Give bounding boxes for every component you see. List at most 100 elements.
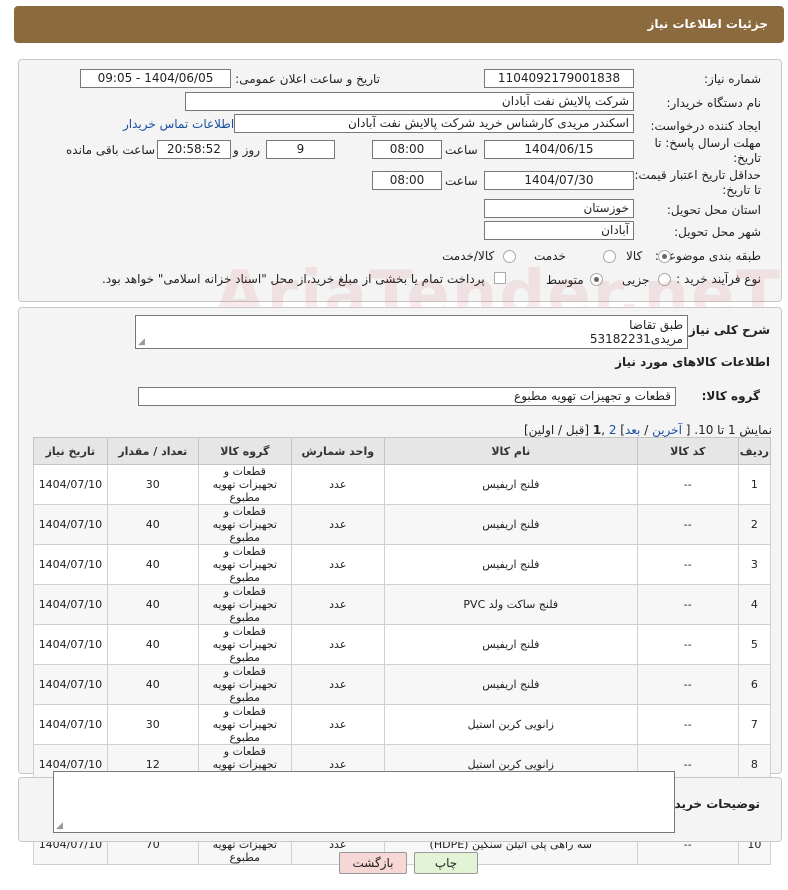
item-group: قطعات و تجهیزات تهویه مطبوع xyxy=(197,504,292,545)
description-label: شرح کلی نیاز: xyxy=(684,323,770,337)
city-field: آبادان xyxy=(484,221,634,240)
item-group: قطعات و تجهیزات تهویه مطبوع xyxy=(197,544,292,585)
table-row: 4 -- فلنج ساکت ولد PVC عدد قطعات و تجهیزات ت… xyxy=(33,584,772,625)
item-date: 1404/07/10 xyxy=(33,704,108,745)
validity-date-field: 1404/07/30 xyxy=(484,171,634,190)
table-row: 2 -- فلنج اریفیس عدد قطعات و تجهیزات تهویه م… xyxy=(33,504,772,545)
item-quantity: 40 xyxy=(106,664,199,705)
item-code: -- xyxy=(636,544,739,585)
goods-group-label: گروه کالا: xyxy=(701,389,760,403)
item-name: فلنج اریفیس xyxy=(383,504,638,545)
pagination-page-1: 1 xyxy=(592,423,602,437)
remaining-time-field: 20:58:52 xyxy=(157,140,231,159)
goods-section-title: اطلاعات کالاهای مورد نیاز xyxy=(615,355,770,369)
row-number: 2 xyxy=(737,504,772,545)
item-date: 1404/07/10 xyxy=(33,504,108,545)
announce-field: 1404/06/05 - 09:05 xyxy=(80,69,231,88)
deadline-time-label: ساعت xyxy=(445,143,478,157)
page-title: جزئیات اطلاعات نیاز xyxy=(647,17,768,31)
item-name: فلنج اریفیس xyxy=(383,544,638,585)
row-number: 6 xyxy=(737,664,772,705)
item-code: -- xyxy=(636,704,739,745)
item-name: فلنج اریفیس xyxy=(383,624,638,665)
item-quantity: 40 xyxy=(106,624,199,665)
row-number: 1 xyxy=(737,464,772,505)
col-row: ردیف xyxy=(737,437,772,465)
item-group: قطعات و تجهیزات تهویه مطبوع xyxy=(197,664,292,705)
item-quantity: 40 xyxy=(106,504,199,545)
item-quantity: 40 xyxy=(106,584,199,625)
col-code: کد کالا xyxy=(636,437,739,465)
buyer-label: نام دستگاه خریدار: xyxy=(666,96,762,110)
item-name: زانویی کربن استیل xyxy=(383,704,638,745)
validity-time-label: ساعت xyxy=(445,174,478,188)
table-row: 1 -- فلنج اریفیس عدد قطعات و تجهیزات تهویه م… xyxy=(33,464,772,505)
item-date: 1404/07/10 xyxy=(33,584,108,625)
item-name: فلنج اریفیس xyxy=(383,464,638,505)
resize-handle-icon[interactable]: ◢ xyxy=(138,337,145,347)
item-unit: عدد xyxy=(290,624,385,665)
validity-label-line1: حداقل تاریخ اعتبار قیمت: xyxy=(634,168,761,182)
days-label: روز و xyxy=(233,143,260,157)
item-code: -- xyxy=(636,624,739,665)
item-group: قطعات و تجهیزات تهویه مطبوع xyxy=(197,584,292,625)
remaining-label: ساعت باقی مانده xyxy=(66,143,156,157)
item-unit: عدد xyxy=(290,464,385,505)
row-number: 4 xyxy=(737,584,772,625)
col-group: گروه کالا xyxy=(197,437,292,465)
col-date: تاریخ نیاز xyxy=(33,437,108,465)
row-number: 5 xyxy=(737,624,772,665)
item-date: 1404/07/10 xyxy=(33,544,108,585)
back-button[interactable]: بازگشت xyxy=(339,852,407,874)
item-date: 1404/07/10 xyxy=(33,624,108,665)
deadline-label-line2: تاریخ: xyxy=(733,151,761,165)
item-unit: عدد xyxy=(290,664,385,705)
goods-table-header: ردیف کد کالا نام کالا واحد شمارش گروه کا… xyxy=(33,437,772,465)
pagination: نمایش 1 تا 10. [ آخرین / بعد] 2 ,1 [قبل … xyxy=(523,423,772,437)
table-row: 6 -- فلنج اریفیس عدد قطعات و تجهیزات تهویه م… xyxy=(33,664,772,705)
pagination-last-link[interactable]: آخرین xyxy=(652,423,682,437)
need-number-label: شماره نیاز: xyxy=(704,72,761,86)
item-name: فلنج اریفیس xyxy=(383,664,638,705)
col-name: نام کالا xyxy=(383,437,638,465)
pagination-next-link[interactable]: بعد xyxy=(625,423,640,437)
buyer-notes-textarea[interactable]: ◢ xyxy=(53,771,675,833)
days-field: 9 xyxy=(266,140,335,159)
validity-label-line2: تا تاریخ: xyxy=(722,183,761,197)
item-code: -- xyxy=(636,504,739,545)
item-date: 1404/07/10 xyxy=(33,464,108,505)
item-unit: عدد xyxy=(290,544,385,585)
description-textarea[interactable]: طبق تقاضا مریدی53182231 ◢ xyxy=(135,315,688,349)
deadline-date-field: 1404/06/15 xyxy=(484,140,634,159)
item-group: قطعات و تجهیزات تهویه مطبوع xyxy=(197,464,292,505)
buyer-field: شرکت پالایش نفت آبادان xyxy=(185,92,634,111)
pagination-page-2[interactable]: 2 xyxy=(609,423,617,437)
item-quantity: 30 xyxy=(106,704,199,745)
item-quantity: 30 xyxy=(106,464,199,505)
row-number: 3 xyxy=(737,544,772,585)
deadline-label-line1: مهلت ارسال پاسخ: تا xyxy=(654,136,761,150)
item-date: 1404/07/10 xyxy=(33,664,108,705)
table-row: 5 -- فلنج اریفیس عدد قطعات و تجهیزات تهویه م… xyxy=(33,624,772,665)
page-header: جزئیات اطلاعات نیاز xyxy=(14,6,784,43)
item-name: فلنج ساکت ولد PVC xyxy=(383,584,638,625)
resize-handle-icon[interactable]: ◢ xyxy=(56,821,63,831)
table-row: 7 -- زانویی کربن استیل عدد قطعات و تجهیزات ت… xyxy=(33,704,772,745)
item-quantity: 40 xyxy=(106,544,199,585)
contact-buyer-link[interactable]: اطلاعات تماس خریدار xyxy=(123,117,234,131)
item-code: -- xyxy=(636,584,739,625)
announce-label: تاریخ و ساعت اعلان عمومی: xyxy=(235,72,380,86)
item-code: -- xyxy=(636,464,739,505)
description-line1: طبق تقاضا xyxy=(629,318,683,332)
need-number-field: 1104092179001838 xyxy=(484,69,634,88)
row-number: 7 xyxy=(737,704,772,745)
table-row: 3 -- فلنج اریفیس عدد قطعات و تجهیزات تهویه م… xyxy=(33,544,772,585)
item-unit: عدد xyxy=(290,704,385,745)
col-unit: واحد شمارش xyxy=(290,437,385,465)
item-unit: عدد xyxy=(290,584,385,625)
item-group: قطعات و تجهیزات تهویه مطبوع xyxy=(197,704,292,745)
province-field: خوزستان xyxy=(484,199,634,218)
province-label: استان محل تحویل: xyxy=(666,203,761,217)
deadline-time-field: 08:00 xyxy=(372,140,442,159)
print-button[interactable]: چاپ xyxy=(414,852,478,874)
